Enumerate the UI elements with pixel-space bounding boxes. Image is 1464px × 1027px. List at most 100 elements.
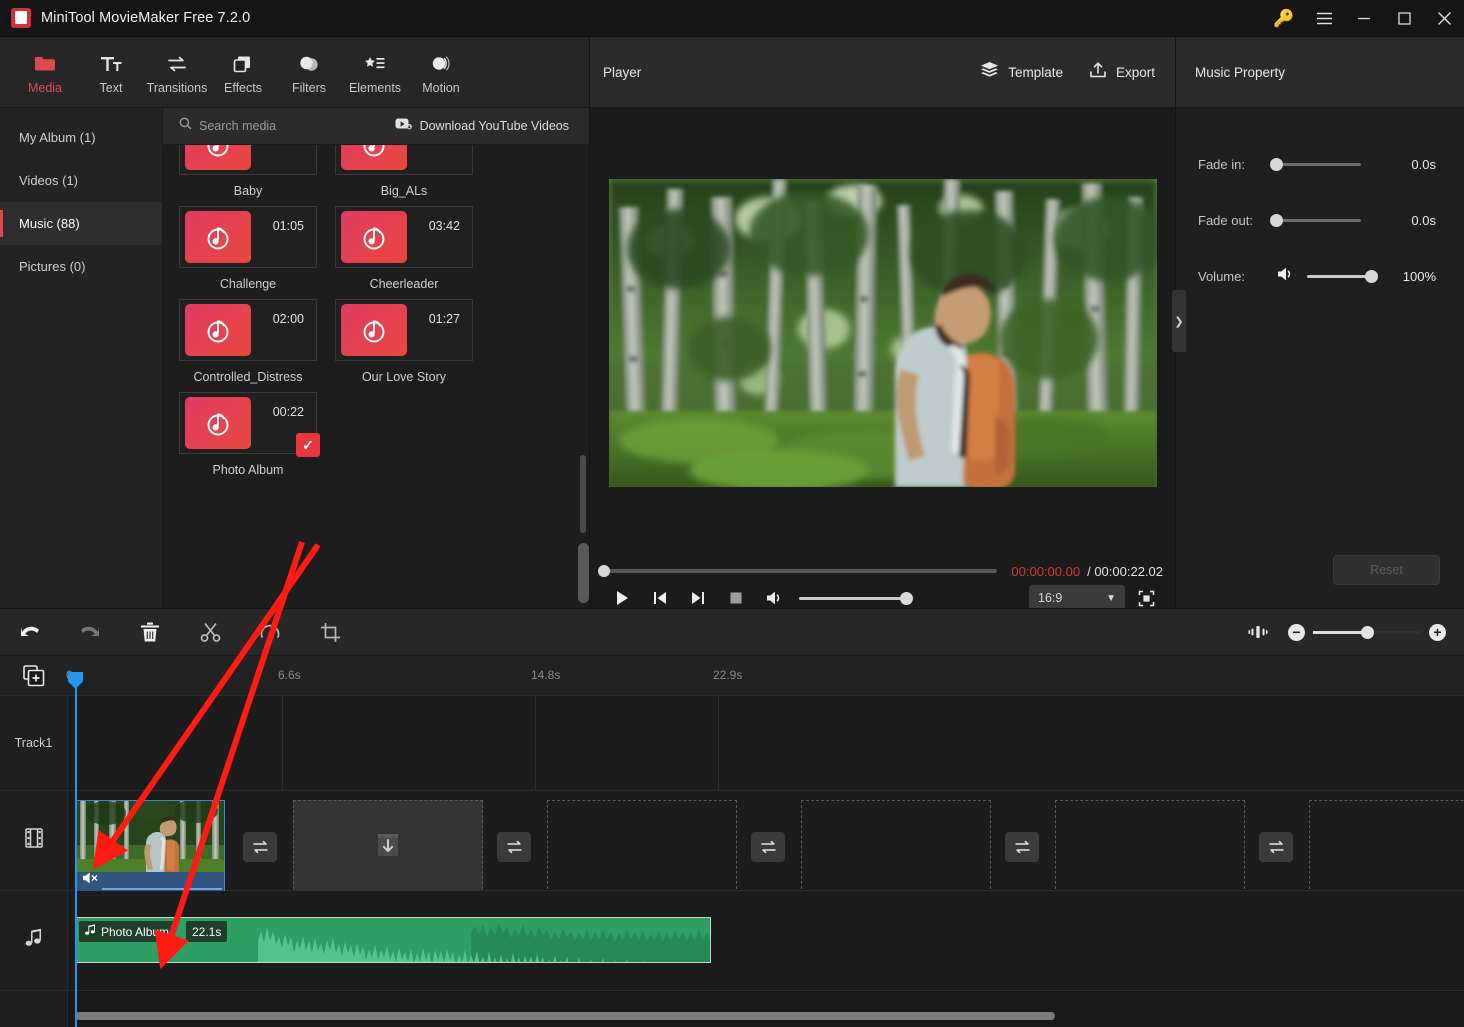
seek-handle[interactable] bbox=[598, 565, 610, 577]
video-preview[interactable] bbox=[609, 179, 1157, 487]
zoom-in-icon[interactable]: + bbox=[1429, 623, 1446, 641]
video-frame-image bbox=[609, 179, 1157, 487]
hamburger-menu-icon[interactable] bbox=[1304, 0, 1344, 37]
search-input[interactable]: Search media bbox=[179, 117, 276, 135]
redo-icon[interactable] bbox=[60, 608, 120, 656]
volume-icon[interactable] bbox=[1276, 266, 1295, 287]
maximize-icon[interactable] bbox=[1384, 0, 1424, 37]
media-placeholder-slot[interactable] bbox=[801, 800, 991, 894]
reset-button[interactable]: Reset bbox=[1333, 555, 1440, 585]
media-duration: 03:42 bbox=[428, 219, 460, 233]
media-item[interactable]: 01:27 Our Love Story bbox=[335, 299, 473, 384]
media-scrollbar[interactable] bbox=[580, 455, 586, 533]
effects-icon bbox=[232, 53, 254, 74]
media-panel-resize-handle[interactable] bbox=[578, 543, 589, 603]
track-header-audio[interactable] bbox=[0, 891, 67, 991]
lane-video[interactable] bbox=[68, 791, 1464, 894]
tab-elements[interactable]: Elements bbox=[342, 49, 408, 95]
sidebar-item-pictures[interactable]: Pictures (0) bbox=[0, 245, 162, 288]
audio-clip[interactable]: Photo Album 22.1s bbox=[75, 917, 711, 963]
transition-swap-icon[interactable] bbox=[243, 832, 277, 862]
tab-label: Motion bbox=[422, 81, 460, 95]
music-art-icon bbox=[185, 397, 251, 449]
selected-check-icon[interactable]: ✓ bbox=[296, 433, 320, 457]
timeline-horizontal-scrollbar[interactable] bbox=[75, 1012, 1055, 1020]
transition-swap-icon[interactable] bbox=[1259, 832, 1293, 862]
tab-media[interactable]: Media bbox=[12, 49, 78, 95]
sidebar-item-music[interactable]: Music (88) bbox=[0, 202, 162, 245]
template-button[interactable]: Template bbox=[980, 61, 1063, 83]
sidebar-item-my-album[interactable]: My Album (1) bbox=[0, 116, 162, 159]
volume-label: Volume: bbox=[1198, 268, 1245, 284]
media-item-photo-album[interactable]: 00:22 ✓ Photo Album bbox=[179, 392, 320, 477]
tab-filters[interactable]: Filters bbox=[276, 49, 342, 95]
media-thumbnail[interactable]: 01:27 bbox=[335, 299, 473, 361]
track-header-video[interactable] bbox=[0, 791, 67, 891]
media-thumbnail[interactable]: 01:05 bbox=[179, 206, 317, 268]
fade-in-handle[interactable] bbox=[1270, 157, 1283, 171]
fade-in-slider[interactable] bbox=[1270, 157, 1361, 171]
tab-effects[interactable]: Effects bbox=[210, 49, 276, 95]
lane-audio[interactable]: Photo Album 22.1s bbox=[68, 891, 1464, 991]
speed-gauge-icon[interactable] bbox=[240, 608, 300, 656]
add-media-icon[interactable] bbox=[22, 664, 46, 688]
media-placeholder-slot[interactable] bbox=[293, 800, 483, 894]
media-thumbnail[interactable]: 02:00 bbox=[179, 299, 317, 361]
tab-transitions[interactable]: Transitions bbox=[144, 49, 210, 95]
download-youtube-button[interactable]: Download YouTube Videos bbox=[395, 117, 569, 135]
media-item[interactable]: Big_ALs bbox=[335, 145, 473, 198]
undo-icon[interactable] bbox=[0, 608, 60, 656]
zoom-slider[interactable] bbox=[1313, 625, 1421, 639]
trash-icon[interactable] bbox=[120, 608, 180, 656]
crop-icon[interactable] bbox=[300, 608, 360, 656]
export-button[interactable]: Export bbox=[1089, 61, 1155, 84]
media-thumbnail[interactable]: 03:42 bbox=[335, 206, 473, 268]
transition-swap-icon[interactable] bbox=[751, 832, 785, 862]
zoom-handle[interactable] bbox=[1361, 625, 1374, 639]
music-note-icon bbox=[85, 923, 96, 941]
zoom-out-icon[interactable]: − bbox=[1288, 623, 1305, 641]
timeline-ruler[interactable]: 0s 6.6s 14.8s 22.9s bbox=[0, 656, 1464, 696]
video-clip[interactable] bbox=[75, 800, 225, 894]
music-art-icon bbox=[185, 211, 251, 263]
transition-swap-icon[interactable] bbox=[1005, 832, 1039, 862]
media-item[interactable]: 03:42 Cheerleader bbox=[335, 206, 473, 291]
fade-in-label: Fade in: bbox=[1198, 156, 1245, 172]
seek-slider[interactable] bbox=[598, 565, 998, 577]
volume-slider[interactable] bbox=[1307, 269, 1378, 283]
media-thumbnail[interactable] bbox=[335, 145, 473, 175]
ruler-tick: 22.9s bbox=[713, 668, 743, 682]
close-icon[interactable] bbox=[1424, 0, 1464, 37]
minimize-icon[interactable] bbox=[1344, 0, 1384, 37]
transition-swap-icon[interactable] bbox=[497, 832, 531, 862]
fade-out-slider[interactable] bbox=[1270, 213, 1361, 227]
property-panel-collapse-handle[interactable]: ❯ bbox=[1172, 290, 1186, 352]
player-volume-handle[interactable] bbox=[900, 591, 913, 605]
window-controls: 🔑 bbox=[1264, 0, 1464, 37]
tab-text[interactable]: Text bbox=[78, 49, 144, 95]
elements-icon bbox=[364, 53, 386, 74]
fit-to-screen-icon[interactable] bbox=[1228, 608, 1288, 656]
download-into-slot-icon bbox=[374, 831, 402, 864]
lane-track1[interactable] bbox=[68, 696, 1464, 791]
media-library-panel: Search media Download YouTube Videos Bab… bbox=[163, 108, 589, 608]
media-thumbnail[interactable]: 00:22 ✓ bbox=[179, 392, 320, 457]
fade-out-handle[interactable] bbox=[1270, 213, 1283, 227]
media-placeholder-slot[interactable] bbox=[547, 800, 737, 894]
media-placeholder-slot[interactable] bbox=[1055, 800, 1245, 894]
media-item[interactable]: 01:05 Challenge bbox=[179, 206, 317, 291]
volume-handle[interactable] bbox=[1365, 269, 1378, 283]
media-item[interactable]: Baby bbox=[179, 145, 317, 198]
key-icon[interactable]: 🔑 bbox=[1264, 0, 1304, 37]
media-placeholder-slot[interactable] bbox=[1309, 800, 1464, 894]
tab-motion[interactable]: Motion bbox=[408, 49, 474, 95]
aspect-ratio-value: 16:9 bbox=[1038, 591, 1063, 605]
media-item[interactable]: 02:00 Controlled_Distress bbox=[179, 299, 317, 384]
sidebar-item-videos[interactable]: Videos (1) bbox=[0, 159, 162, 202]
player-volume-slider[interactable] bbox=[799, 591, 913, 605]
scissors-icon[interactable] bbox=[180, 608, 240, 656]
mute-icon[interactable] bbox=[82, 871, 99, 890]
track-header-track1[interactable]: Track1 bbox=[0, 696, 67, 791]
template-label: Template bbox=[1008, 64, 1063, 80]
media-thumbnail[interactable] bbox=[179, 145, 317, 175]
